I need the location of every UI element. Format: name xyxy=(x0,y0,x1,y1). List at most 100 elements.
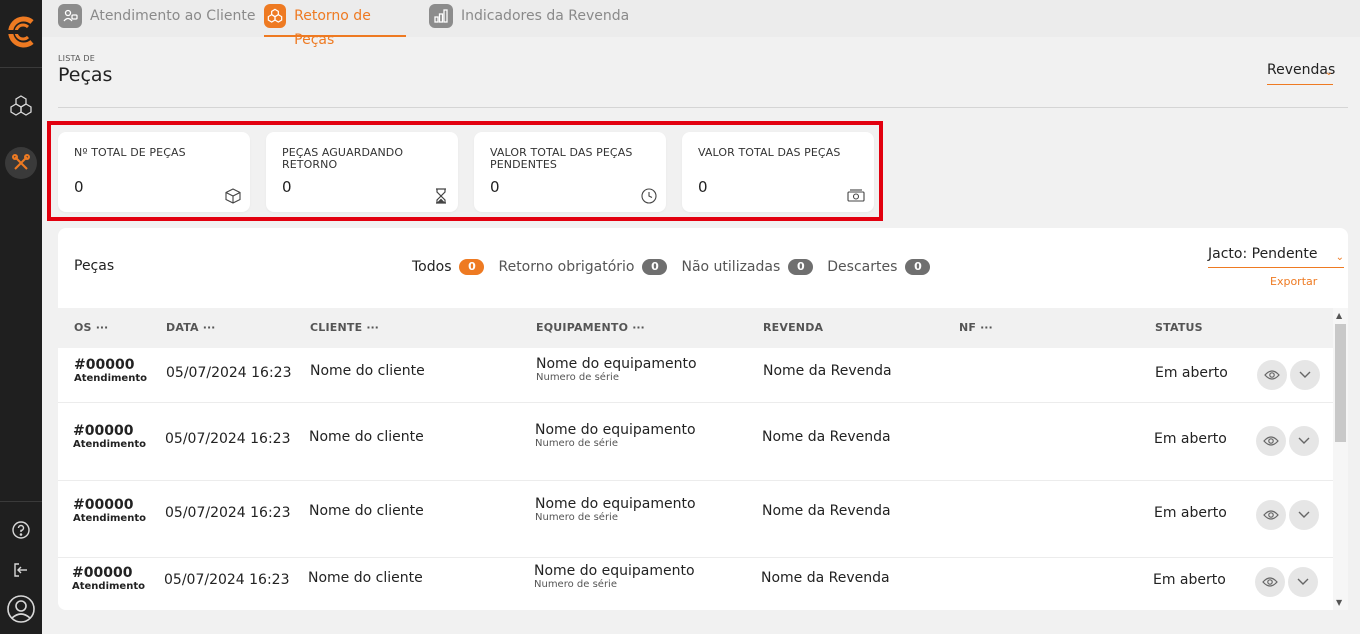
revendas-dropdown[interactable]: Revendas ⌄ xyxy=(1267,62,1335,85)
filter-label: Não utilizadas xyxy=(681,259,781,275)
sidebar-divider xyxy=(0,67,42,68)
table-row[interactable]: #00000 Atendimento 05/07/2024 16:23 Nome… xyxy=(58,558,1333,610)
chevron-down-icon: ⌄ xyxy=(1335,252,1344,263)
stat-value: 0 xyxy=(698,178,708,196)
stat-card-total-pecas: Nº TOTAL DE PEÇAS 0 xyxy=(58,132,250,212)
stat-label: VALOR TOTAL DAS PEÇAS PENDENTES xyxy=(490,146,633,171)
company-logo[interactable] xyxy=(4,14,38,50)
view-button[interactable] xyxy=(1256,500,1286,530)
os-type: Atendimento xyxy=(73,513,146,524)
filter-label: Retorno obrigatório xyxy=(498,259,635,275)
equipment-cell: Nome do equipamento Numero de série xyxy=(535,496,696,523)
header-divider xyxy=(58,107,1348,108)
tab-retorno-pecas[interactable]: Retorno de Peças xyxy=(264,4,406,48)
client-cell: Nome do cliente xyxy=(308,570,423,586)
column-header-equipamento[interactable]: EQUIPAMENTO ··· xyxy=(536,321,645,334)
column-header-revenda[interactable]: REVENDA xyxy=(763,321,827,334)
status-cell: Em aberto xyxy=(1154,431,1227,447)
help-icon[interactable] xyxy=(5,514,37,546)
tab-indicadores[interactable]: Indicadores da Revenda xyxy=(429,4,629,37)
scroll-down-arrow-icon[interactable]: ▼ xyxy=(1336,598,1342,607)
sidebar xyxy=(0,0,42,634)
scroll-up-arrow-icon[interactable]: ▲ xyxy=(1336,311,1342,320)
equipment-name: Nome do equipamento xyxy=(535,496,696,512)
stat-card-valor-total: VALOR TOTAL DAS PEÇAS 0 xyxy=(682,132,874,212)
eye-icon xyxy=(1263,510,1279,520)
chevron-down-icon xyxy=(1298,511,1310,518)
table-row[interactable]: #00000 Atendimento 05/07/2024 16:23 Nome… xyxy=(58,348,1333,403)
eye-icon xyxy=(1262,577,1278,587)
revenda-cell: Nome da Revenda xyxy=(761,570,890,586)
equipment-name: Nome do equipamento xyxy=(536,356,697,372)
filter-label: Descartes xyxy=(827,259,898,275)
filter-retorno-obrigatorio[interactable]: Retorno obrigatório 0 xyxy=(498,259,668,275)
os-cell: #00000 Atendimento xyxy=(73,423,146,450)
status-filters: Todos 0 Retorno obrigatório 0 Não utiliz… xyxy=(412,257,944,277)
scrollbar-thumb[interactable] xyxy=(1335,324,1346,442)
os-cell: #00000 Atendimento xyxy=(73,497,146,524)
filter-descartes[interactable]: Descartes 0 xyxy=(827,259,931,275)
os-number: #00000 xyxy=(74,357,135,373)
logout-icon[interactable] xyxy=(5,554,37,586)
serial-number: Numero de série xyxy=(535,438,618,449)
page-title: Peças xyxy=(58,64,113,86)
equipment-name: Nome do equipamento xyxy=(535,422,696,438)
box-icon xyxy=(225,188,241,204)
os-type: Atendimento xyxy=(73,439,146,450)
tab-atendimento[interactable]: Atendimento ao Cliente xyxy=(58,4,255,37)
view-button[interactable] xyxy=(1255,567,1285,597)
chevron-down-icon xyxy=(1298,437,1310,444)
sidebar-divider-bottom xyxy=(0,501,42,502)
serial-number: Numero de série xyxy=(536,372,619,383)
hourglass-icon xyxy=(433,188,449,204)
cubes-icon[interactable] xyxy=(5,90,37,122)
expand-button[interactable] xyxy=(1289,426,1319,456)
clock-icon xyxy=(641,188,657,204)
page-pre-title: LISTA DE xyxy=(58,54,95,63)
eye-icon xyxy=(1263,436,1279,446)
os-type: Atendimento xyxy=(72,581,145,592)
chevron-down-icon xyxy=(1299,371,1311,378)
os-cell: #00000 Atendimento xyxy=(74,357,147,384)
view-button[interactable] xyxy=(1256,426,1286,456)
column-header-cliente[interactable]: CLIENTE ··· xyxy=(310,321,379,334)
money-icon xyxy=(847,188,865,204)
count-badge: 0 xyxy=(905,259,931,275)
export-link[interactable]: Exportar xyxy=(1270,275,1317,288)
date-cell: 05/07/2024 16:23 xyxy=(166,365,292,381)
stat-value: 0 xyxy=(282,178,292,196)
user-avatar-icon[interactable] xyxy=(5,593,37,625)
column-header-data[interactable]: DATA ··· xyxy=(166,321,215,334)
expand-button[interactable] xyxy=(1289,500,1319,530)
os-type: Atendimento xyxy=(74,373,147,384)
table-row[interactable]: #00000 Atendimento 05/07/2024 16:23 Nome… xyxy=(58,481,1333,558)
expand-button[interactable] xyxy=(1288,567,1318,597)
os-number: #00000 xyxy=(73,423,134,439)
table-row[interactable]: #00000 Atendimento 05/07/2024 16:23 Nome… xyxy=(58,403,1333,481)
equipment-cell: Nome do equipamento Numero de série xyxy=(536,356,697,383)
table-scrollbar[interactable]: ▲ ▼ xyxy=(1333,308,1348,610)
status-select[interactable]: Jacto: Pendente ⌄ xyxy=(1208,246,1344,268)
column-header-status[interactable]: STATUS xyxy=(1155,321,1207,334)
status-cell: Em aberto xyxy=(1153,572,1226,588)
parts-icon xyxy=(264,4,287,28)
tab-label: Indicadores da Revenda xyxy=(461,8,630,24)
revenda-cell: Nome da Revenda xyxy=(762,429,891,445)
date-cell: 05/07/2024 16:23 xyxy=(164,572,290,588)
equipment-cell: Nome do equipamento Numero de série xyxy=(535,422,696,449)
revenda-cell: Nome da Revenda xyxy=(762,503,891,519)
view-button[interactable] xyxy=(1257,360,1287,390)
filter-nao-utilizadas[interactable]: Não utilizadas 0 xyxy=(681,259,814,275)
status-cell: Em aberto xyxy=(1154,505,1227,521)
column-header-os[interactable]: OS ··· xyxy=(74,321,108,334)
column-header-nf[interactable]: NF ··· xyxy=(959,321,993,334)
table-header: OS ··· DATA ··· CLIENTE ··· EQUIPAMENTO ··· … xyxy=(58,308,1348,348)
filter-todos[interactable]: Todos 0 xyxy=(412,259,485,275)
status-select-value: Jacto: Pendente xyxy=(1208,246,1318,262)
tools-icon[interactable] xyxy=(5,147,37,179)
stat-label: Nº TOTAL DE PEÇAS xyxy=(74,146,186,159)
stat-card-valor-pendentes: VALOR TOTAL DAS PEÇAS PENDENTES 0 xyxy=(474,132,666,212)
tab-label: Retorno de Peças xyxy=(294,8,371,48)
expand-button[interactable] xyxy=(1290,360,1320,390)
os-number: #00000 xyxy=(72,565,133,581)
